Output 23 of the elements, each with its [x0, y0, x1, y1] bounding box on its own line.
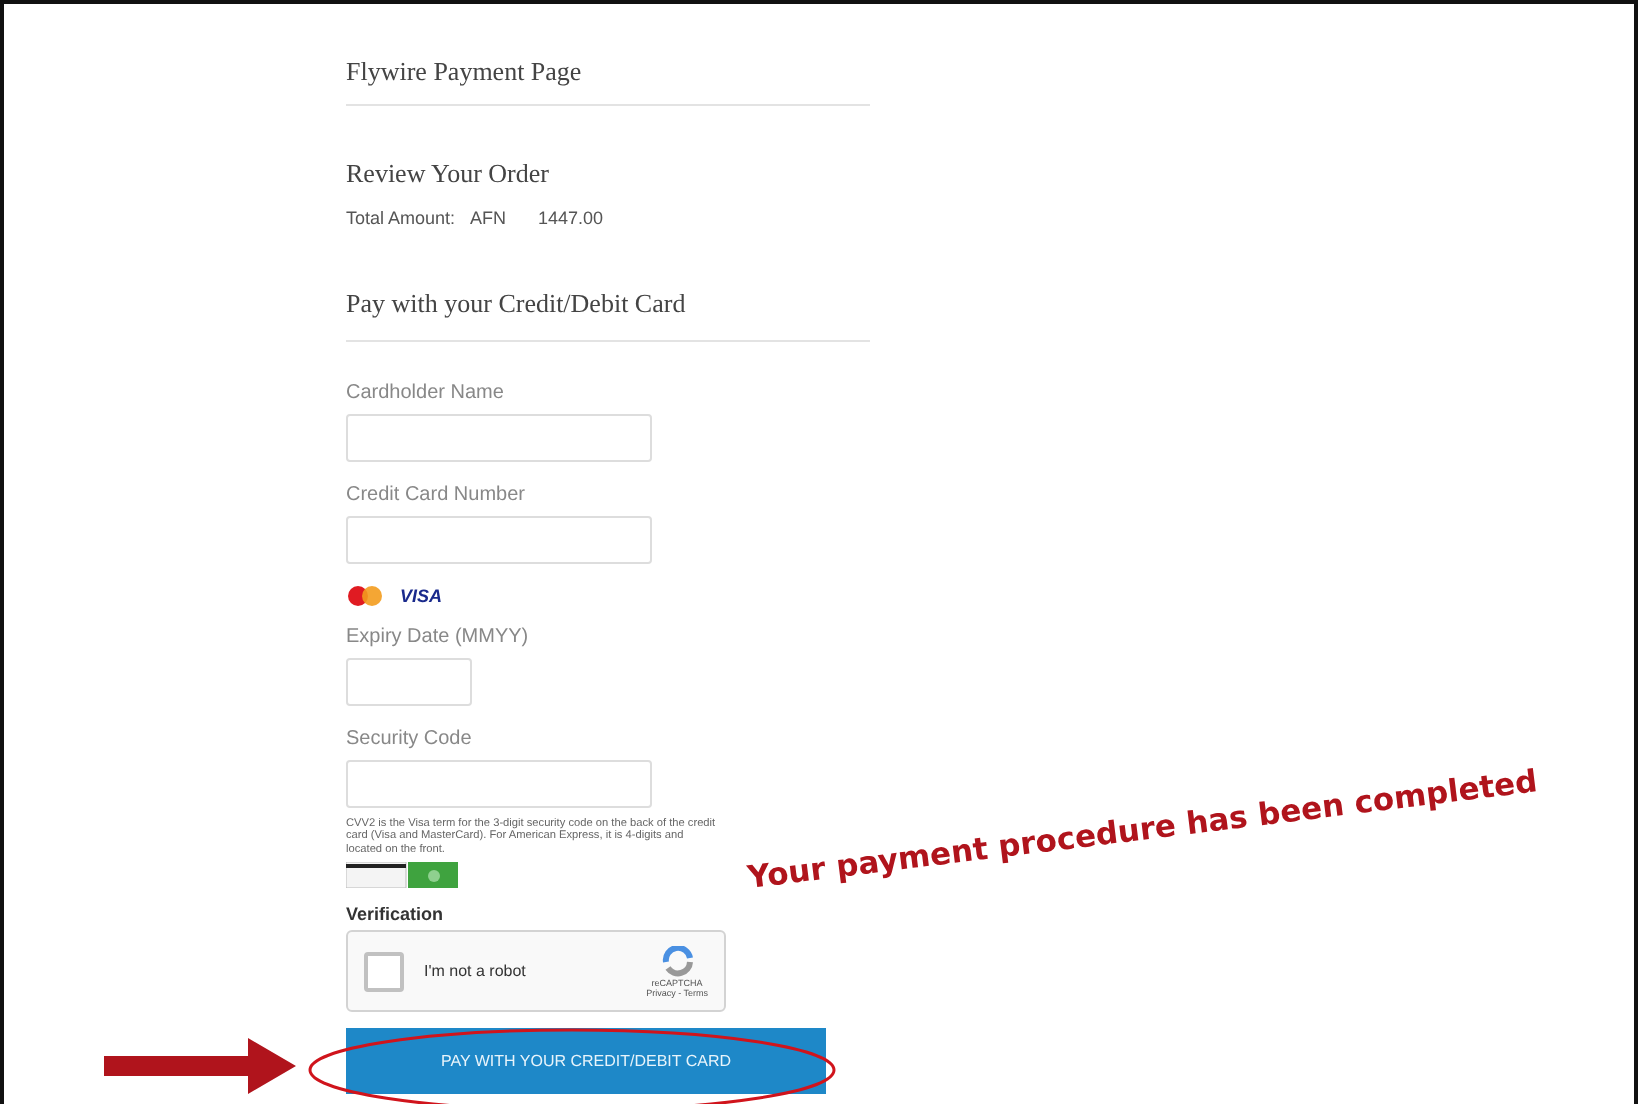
amount-text: 1447.00: [538, 208, 606, 228]
total-label: Total Amount:: [346, 208, 458, 228]
captcha-text: I'm not a robot: [424, 962, 528, 981]
input-field[interactable]: [346, 760, 652, 808]
page-title: Flywire Payment Page: [346, 56, 870, 106]
arrow-icon: [104, 1034, 296, 1098]
input-field[interactable]: [346, 414, 652, 462]
visa-logo: VISA: [400, 586, 443, 606]
card-back-drawing: [346, 862, 458, 889]
recaptcha-logo-icon: [659, 945, 696, 978]
verification-label: Verification: [346, 904, 446, 925]
field-label: Credit Card Number: [346, 484, 527, 506]
currency-text: AFN: [470, 208, 508, 228]
field-label: Security Code: [346, 728, 474, 750]
field-label: Cardholder Name: [346, 382, 506, 404]
mastercard-logo-icon: [346, 586, 384, 606]
input-field[interactable]: [346, 658, 472, 706]
field-label: Expiry Date (MMYY): [346, 626, 531, 648]
section-heading: Review Your Order: [346, 158, 551, 190]
completion-annotation: Your payment procedure has been completed: [745, 763, 1540, 896]
captcha-checkbox[interactable]: [364, 951, 404, 992]
input-field[interactable]: [346, 516, 652, 564]
section-heading: Pay with your Credit/Debit Card: [346, 288, 870, 342]
